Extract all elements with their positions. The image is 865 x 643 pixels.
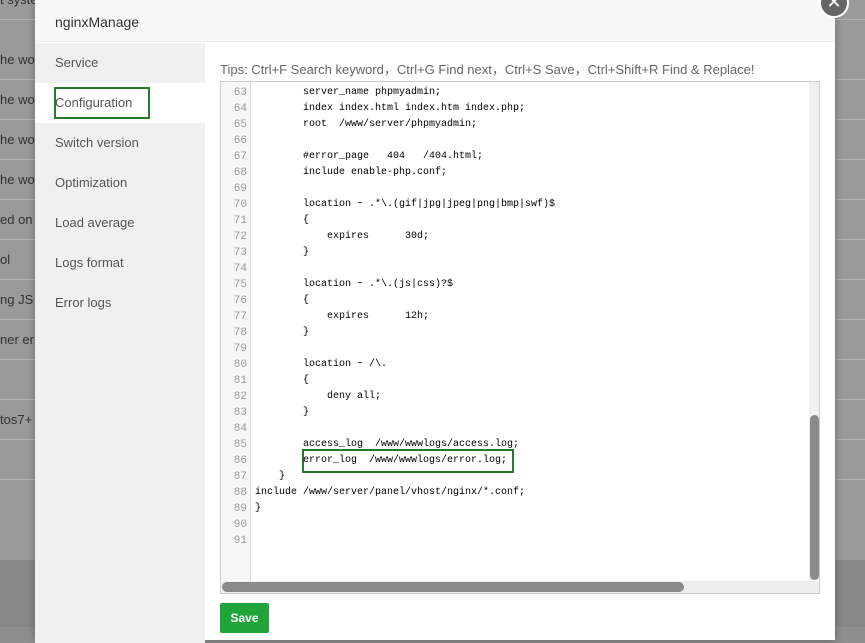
line-number: 80 xyxy=(233,359,247,371)
sidebar-item-configuration[interactable]: Configuration xyxy=(35,83,205,123)
line-number: 71 xyxy=(233,215,247,227)
sidebar-item-label: Service xyxy=(55,55,99,70)
vertical-scroll-thumb[interactable] xyxy=(810,415,819,580)
nginx-manage-dialog: nginxManage ✕ Service Configuration Switch… xyxy=(35,0,849,643)
sidebar-item-load-average[interactable]: Load average xyxy=(35,203,205,243)
code-line[interactable]: } xyxy=(255,469,285,485)
code-line[interactable]: location ~ .*\.(js|css)?$ xyxy=(255,277,453,293)
code-editor[interactable]: 63 server_name phpmyadmin; 64 index index… xyxy=(220,81,820,594)
line-number: 63 xyxy=(233,87,247,99)
line-number: 65 xyxy=(233,119,247,131)
line-number: 69 xyxy=(233,183,247,195)
vertical-scrollbar[interactable] xyxy=(809,82,819,580)
sidebar-item-label: Logs format xyxy=(55,255,124,270)
line-number: 87 xyxy=(233,471,247,483)
code-line[interactable]: { xyxy=(255,373,309,389)
sidebar-item-label: Error logs xyxy=(55,295,112,310)
code-line[interactable]: server_name phpmyadmin; xyxy=(255,85,441,101)
line-number: 79 xyxy=(233,343,247,355)
configuration-highlight xyxy=(54,87,150,119)
line-number: 73 xyxy=(233,247,247,259)
line-number: 66 xyxy=(233,135,247,147)
line-number: 84 xyxy=(233,423,247,435)
line-number: 76 xyxy=(233,295,247,307)
sidebar-item-switch-version[interactable]: Switch version xyxy=(35,123,205,163)
line-number: 88 xyxy=(233,487,247,499)
line-number: 77 xyxy=(233,311,247,323)
line-number: 83 xyxy=(233,407,247,419)
line-number: 91 xyxy=(233,535,247,547)
horizontal-scroll-thumb[interactable] xyxy=(222,582,684,592)
code-line[interactable]: error_log /www/wwwlogs/error.log; xyxy=(255,453,507,469)
code-line[interactable]: access_log /www/wwwlogs/access.log; xyxy=(255,437,519,453)
line-number: 68 xyxy=(233,167,247,179)
sidebar-item-logs-format[interactable]: Logs format xyxy=(35,243,205,283)
code-line[interactable]: { xyxy=(255,213,309,229)
line-number: 67 xyxy=(233,151,247,163)
sidebar-item-label: Optimization xyxy=(55,175,128,190)
code-line[interactable]: include /www/server/panel/vhost/nginx/*.… xyxy=(255,485,525,501)
code-line[interactable]: } xyxy=(255,325,309,341)
line-number: 70 xyxy=(233,199,247,211)
code-line[interactable]: } xyxy=(255,501,261,517)
line-number: 90 xyxy=(233,519,247,531)
code-line[interactable]: expires 12h; xyxy=(255,309,429,325)
line-number: 64 xyxy=(233,103,247,115)
code-line[interactable]: expires 30d; xyxy=(255,229,429,245)
line-number: 72 xyxy=(233,231,247,243)
sidebar-item-label: Switch version xyxy=(55,135,139,150)
horizontal-scrollbar[interactable] xyxy=(221,581,819,593)
code-line[interactable]: } xyxy=(255,405,309,421)
line-number: 78 xyxy=(233,327,247,339)
code-line[interactable]: index index.html index.htm index.php; xyxy=(255,101,525,117)
code-line[interactable]: include enable-php.conf; xyxy=(255,165,447,181)
code-line[interactable]: } xyxy=(255,245,309,261)
line-number: 86 xyxy=(233,455,247,467)
code-line[interactable]: #error_page 404 /404.html; xyxy=(255,149,483,165)
line-number: 74 xyxy=(233,263,247,275)
sidebar-item-service[interactable]: Service xyxy=(35,43,205,83)
code-line[interactable]: location ~ .*\.(gif|jpg|jpeg|png|bmp|swf… xyxy=(255,197,555,213)
sidebar-item-error-logs[interactable]: Error logs xyxy=(35,283,205,323)
line-number: 75 xyxy=(233,279,247,291)
dialog-title: nginxManage xyxy=(35,0,835,42)
tips-text: Tips: Ctrl+F Search keyword，Ctrl+G Find … xyxy=(220,62,755,77)
sidebar-item-optimization[interactable]: Optimization xyxy=(35,163,205,203)
code-line[interactable]: { xyxy=(255,293,309,309)
save-button[interactable]: Save xyxy=(220,603,269,633)
code-line[interactable]: root /www/server/phpmyadmin; xyxy=(255,117,477,133)
sidebar-item-label: Load average xyxy=(55,215,135,230)
line-number: 81 xyxy=(233,375,247,387)
line-number: 89 xyxy=(233,503,247,515)
code-line[interactable]: deny all; xyxy=(255,389,381,405)
line-number: 85 xyxy=(233,439,247,451)
code-line[interactable]: location ~ /\. xyxy=(255,357,387,373)
line-number: 82 xyxy=(233,391,247,403)
sidebar: Service Configuration Switch version Optimi… xyxy=(35,43,205,643)
